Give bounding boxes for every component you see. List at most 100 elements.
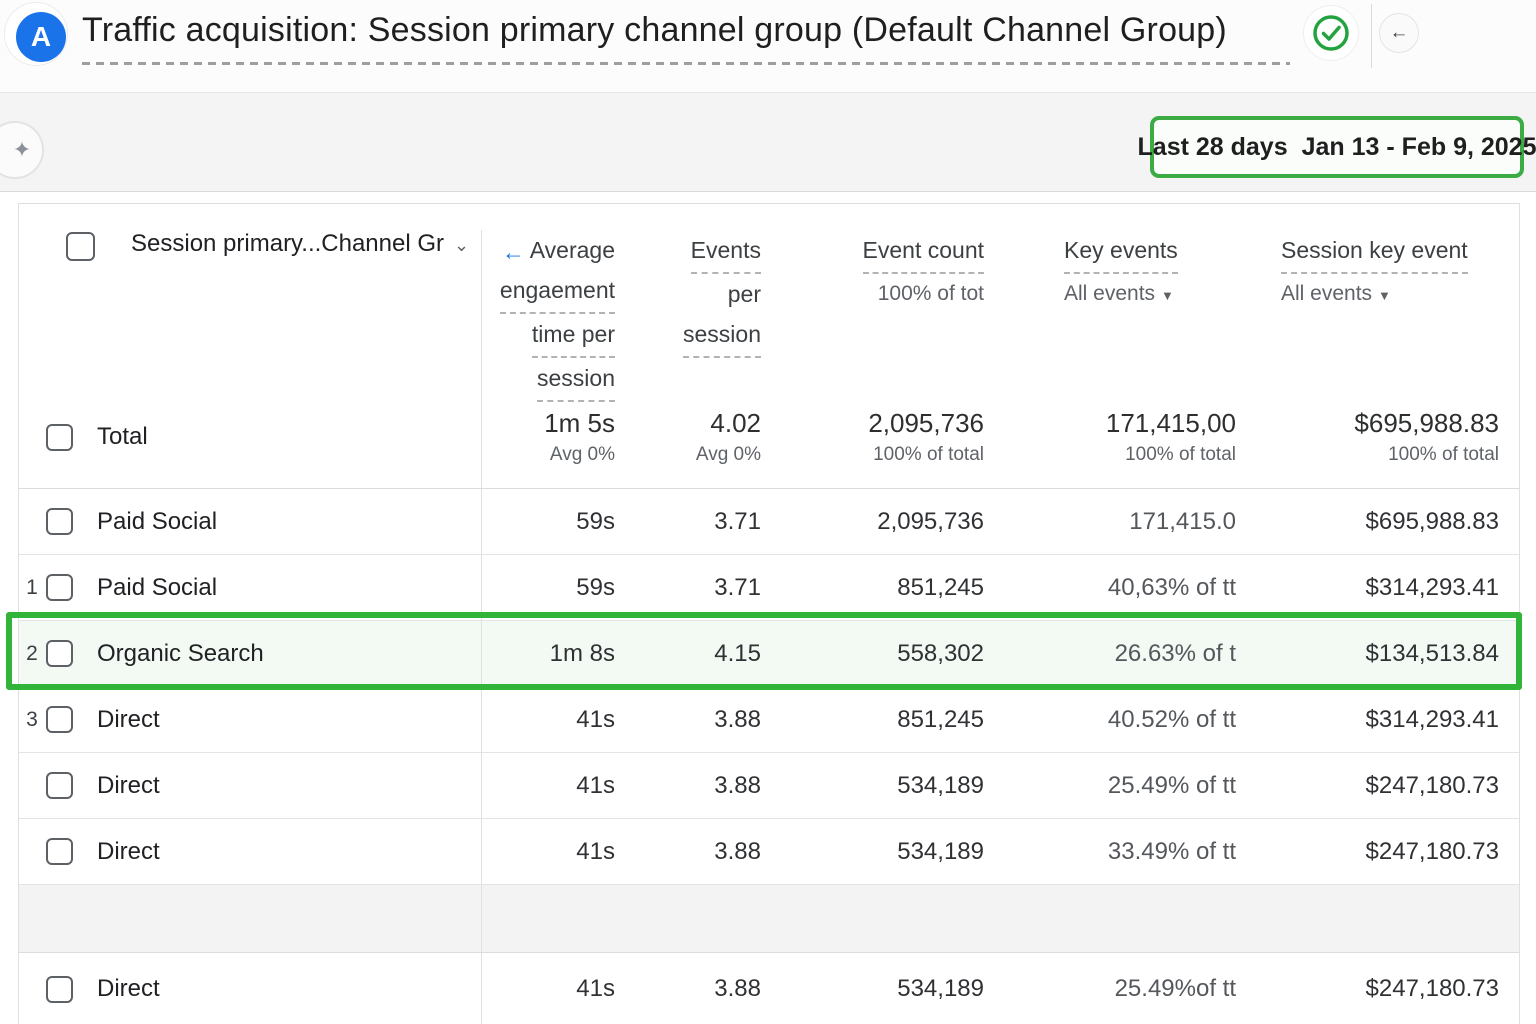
ga4-traffic-acquisition-page: A Traffic acquisition: Session primary c… [0, 0, 1536, 1024]
table-header-row: Session primary...Channel Gr ⌄ ← Average … [19, 204, 1519, 386]
event-count-cell: 534,189 [768, 819, 989, 884]
event-count-header-sub: 100% of tot [863, 274, 984, 314]
key-events-cell: 33.49% of tt [989, 819, 1239, 884]
account-avatar[interactable]: A [4, 2, 68, 66]
dimension-header-cell: Session primary...Channel Gr ⌄ [45, 230, 482, 386]
row-checkbox[interactable] [46, 508, 73, 535]
event-count-cell: 2,095,736 [768, 489, 989, 554]
key-events-header-cell[interactable]: Key events All events▼ [989, 230, 1239, 386]
channel-name: Paid Social [97, 508, 217, 536]
channel-cell: Direct [45, 819, 482, 884]
events-per-session-total-cell: 4.02 Avg 0% [631, 386, 768, 488]
row-checkbox[interactable] [46, 706, 73, 733]
key-events-cell: 40.52% of tt [989, 687, 1239, 752]
row-checkbox[interactable] [46, 424, 73, 451]
avg-engagement-cell: 41s [482, 687, 631, 752]
avg-engagement-header-cell[interactable]: ← Average engaement time per session [482, 230, 631, 386]
total-sub: Avg 0% [696, 445, 761, 464]
sort-arrow-icon: ← [502, 232, 525, 272]
session-key-event-total-cell: $695,988.83100% of total [1239, 386, 1521, 488]
avg-engagement-cell [482, 885, 631, 952]
channel-name: Direct [97, 838, 160, 866]
channel-cell [45, 885, 482, 952]
table-row: Direct 41s 3.88 534,189 25.49%of tt $247… [19, 953, 1519, 1024]
session-key-event-cell: $247,180.73 [1239, 819, 1521, 884]
dimension-header-text: Session primary...Channel Gr [131, 230, 444, 257]
traffic-acquisition-table: Session primary...Channel Gr ⌄ ← Average … [18, 203, 1520, 1024]
row-checkbox[interactable] [46, 772, 73, 799]
key-events-cell: 171,415.0 [989, 489, 1239, 554]
event-count-cell: 534,189 [768, 953, 989, 1024]
events-per-session-header-cell[interactable]: Events per session [631, 230, 768, 386]
channel-name: Direct [97, 706, 160, 734]
session-key-event-cell [1239, 885, 1521, 952]
key-events-selector[interactable]: All events▼ [1064, 274, 1178, 316]
select-all-checkbox[interactable] [66, 232, 95, 261]
row-number [19, 819, 45, 884]
event-count-cell [768, 885, 989, 952]
total-label-cell: Total [45, 386, 482, 488]
row-number [19, 953, 45, 1024]
avg-header-line: Average [530, 230, 615, 270]
key-events-total-cell: 171,415,00 100% of total [989, 386, 1239, 488]
events-per-session-cell: 3.71 [631, 555, 768, 620]
row-number [19, 386, 45, 488]
events-per-session-cell: 4.15 [631, 621, 768, 686]
table-body: Paid Social 59s 3.71 2,095,736 171,415.0… [19, 489, 1519, 1024]
add-comparison-button[interactable]: ✦ [0, 121, 44, 179]
avg-engagement-cell: 41s [482, 953, 631, 1024]
avatar-letter: A [16, 12, 66, 62]
total-value: 171,415,00 [1106, 410, 1236, 436]
table-row: Paid Social 59s 3.71 2,095,736 171,415.0… [19, 489, 1519, 555]
channel-name: Organic Search [97, 640, 264, 668]
avg-header-line: session [537, 358, 615, 402]
events-per-session-cell: 3.88 [631, 687, 768, 752]
total-sub: 100% of total [873, 445, 984, 464]
total-row: Total 1m 5sAvg 0% 4.02Avg 0% 2,095,73610… [19, 386, 1519, 489]
avg-engagement-cell: 41s [482, 753, 631, 818]
table-row: Direct 41s 3.88 534,189 33.49% of tt $24… [19, 819, 1519, 885]
total-sub: 100% of total [1125, 445, 1236, 464]
event-count-cell: 851,245 [768, 687, 989, 752]
header-divider [1371, 4, 1372, 68]
dropdown-arrow-icon: ▼ [1378, 288, 1391, 303]
event-count-cell: 558,302 [768, 621, 989, 686]
row-number: 1 [19, 555, 45, 620]
verified-check-icon[interactable] [1303, 5, 1359, 61]
back-arrow-icon: ← [1390, 22, 1409, 44]
dimension-header-label[interactable]: Session primary...Channel Gr ⌄ [131, 230, 469, 258]
date-range-picker[interactable]: Last 28 days Jan 13 - Feb 9, 2025 [1150, 116, 1524, 178]
eps-header-line: per [728, 274, 761, 314]
total-value: 4.02 [710, 410, 761, 436]
row-number [19, 885, 45, 952]
chevron-down-icon: ⌄ [454, 235, 469, 255]
row-checkbox[interactable] [46, 574, 73, 601]
session-key-event-selector[interactable]: All events▼ [1281, 274, 1468, 316]
channel-cell: Direct [45, 753, 482, 818]
page-title: Traffic acquisition: Session primary cha… [82, 11, 1292, 50]
total-value: 2,095,736 [868, 410, 984, 436]
session-key-event-cell: $314,293.41 [1239, 555, 1521, 620]
key-events-cell: 26.63% of t [989, 621, 1239, 686]
avg-engagement-cell: 59s [482, 555, 631, 620]
back-button[interactable]: ← [1379, 13, 1419, 53]
table-row: 3 Direct 41s 3.88 851,245 40.52% of tt $… [19, 687, 1519, 753]
session-key-event-header-cell[interactable]: Session key event All events▼ [1239, 230, 1521, 386]
table-row: Direct 41s 3.88 534,189 25.49% of tt $24… [19, 753, 1519, 819]
row-checkbox[interactable] [46, 640, 73, 667]
total-value: $695,988.83 [1354, 410, 1499, 436]
eps-header-line: session [683, 314, 761, 358]
events-per-session-cell: 3.88 [631, 819, 768, 884]
channel-cell: Direct [45, 687, 482, 752]
session-key-event-cell: $695,988.83 [1239, 489, 1521, 554]
filter-toolbar: ✦ Last 28 days Jan 13 - Feb 9, 2025 [0, 92, 1536, 192]
event-count-header-cell[interactable]: Event count 100% of tot [768, 230, 989, 386]
channel-name: Paid Social [97, 574, 217, 602]
key-events-header-label: Key events [1064, 230, 1178, 274]
event-count-cell: 534,189 [768, 753, 989, 818]
avg-engagement-cell: 1m 8s [482, 621, 631, 686]
row-checkbox[interactable] [46, 838, 73, 865]
avg-engagement-cell: 59s [482, 489, 631, 554]
row-checkbox[interactable] [46, 976, 73, 1003]
key-events-cell: 40,63% of tt [989, 555, 1239, 620]
